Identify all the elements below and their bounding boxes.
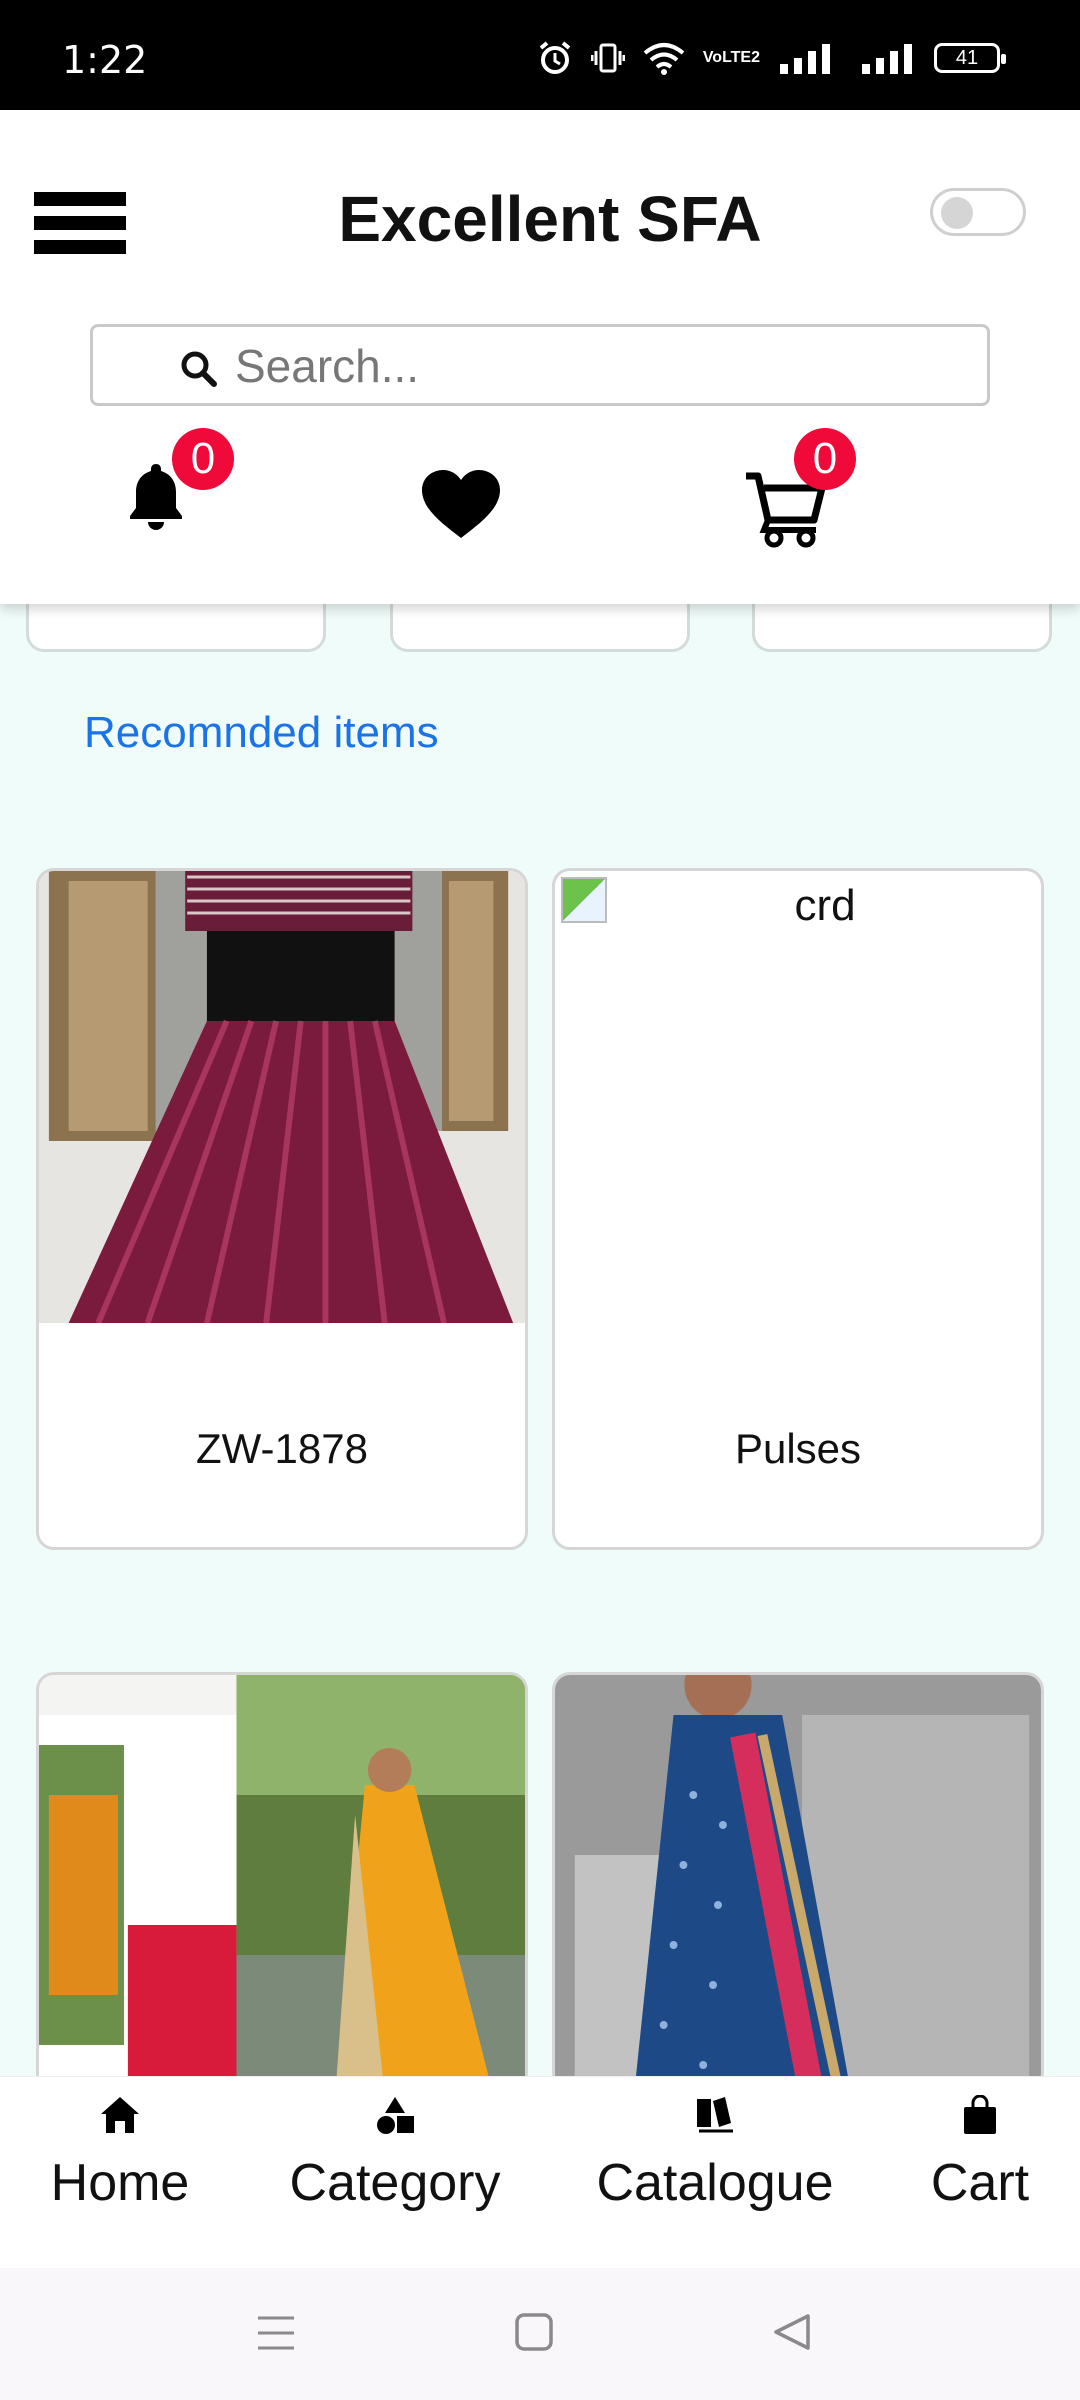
status-time: 1:22 xyxy=(62,38,148,82)
signal-icon xyxy=(780,44,830,74)
app-title: Excellent SFA xyxy=(338,183,762,255)
nav-category-label: Category xyxy=(289,2154,501,2212)
battery-level: 41 xyxy=(955,46,979,69)
search-input[interactable] xyxy=(235,333,955,399)
notification-badge: 0 xyxy=(172,428,234,490)
recent-apps-icon[interactable] xyxy=(256,2314,296,2352)
home-icon xyxy=(101,2097,139,2133)
product-image-saree-orange xyxy=(39,1675,525,2089)
search-icon xyxy=(181,351,217,387)
nav-home-label: Home xyxy=(50,2154,190,2212)
product-card[interactable]: ZW-1878 xyxy=(36,868,528,1550)
status-icons: VoLTE2 41 xyxy=(537,40,1006,76)
vibrate-icon xyxy=(590,43,625,73)
product-card[interactable]: crd Pulses xyxy=(552,868,1044,1550)
product-label: Pulses xyxy=(734,1425,862,1472)
product-image-saree-blue xyxy=(555,1675,1041,2089)
product-label: ZW-1878 xyxy=(196,1425,368,1472)
alarm-icon xyxy=(539,41,571,74)
nav-catalogue[interactable]: Catalogue xyxy=(590,2095,840,2213)
nav-category[interactable]: Category xyxy=(280,2095,510,2213)
catalogue-icon xyxy=(697,2097,733,2133)
signal-icon-2 xyxy=(862,44,912,74)
toggle-knob xyxy=(941,197,973,229)
recommended-items-title: Recomnded items xyxy=(84,708,439,757)
battery-icon: 41 xyxy=(934,43,1006,73)
wishlist-heart-icon[interactable] xyxy=(420,468,502,540)
bottom-navigation: Home Category Catalogue Cart xyxy=(0,2076,1080,2268)
system-navigation-bar xyxy=(0,2268,1080,2400)
wifi-icon xyxy=(643,43,685,75)
nav-home[interactable]: Home xyxy=(30,2095,210,2213)
nav-cart-label: Cart xyxy=(930,2154,1030,2212)
cart-badge: 0 xyxy=(794,428,856,490)
image-alt-text: crd xyxy=(794,881,856,930)
product-image-lehenga xyxy=(39,871,525,1323)
product-card[interactable] xyxy=(36,1672,528,2092)
nav-cart[interactable]: Cart xyxy=(915,2095,1045,2213)
search-bar[interactable] xyxy=(90,324,990,406)
category-icon xyxy=(377,2097,414,2134)
product-card[interactable] xyxy=(552,1672,1044,2092)
theme-toggle[interactable] xyxy=(930,188,1026,236)
back-icon[interactable] xyxy=(772,2312,812,2352)
nav-catalogue-label: Catalogue xyxy=(596,2154,834,2212)
home-button-icon[interactable] xyxy=(514,2312,554,2352)
status-bar: 1:22 VoLTE2 41 xyxy=(0,0,1080,110)
network-label: VoLTE2 xyxy=(702,49,760,66)
shopping-bag-icon xyxy=(964,2095,996,2134)
